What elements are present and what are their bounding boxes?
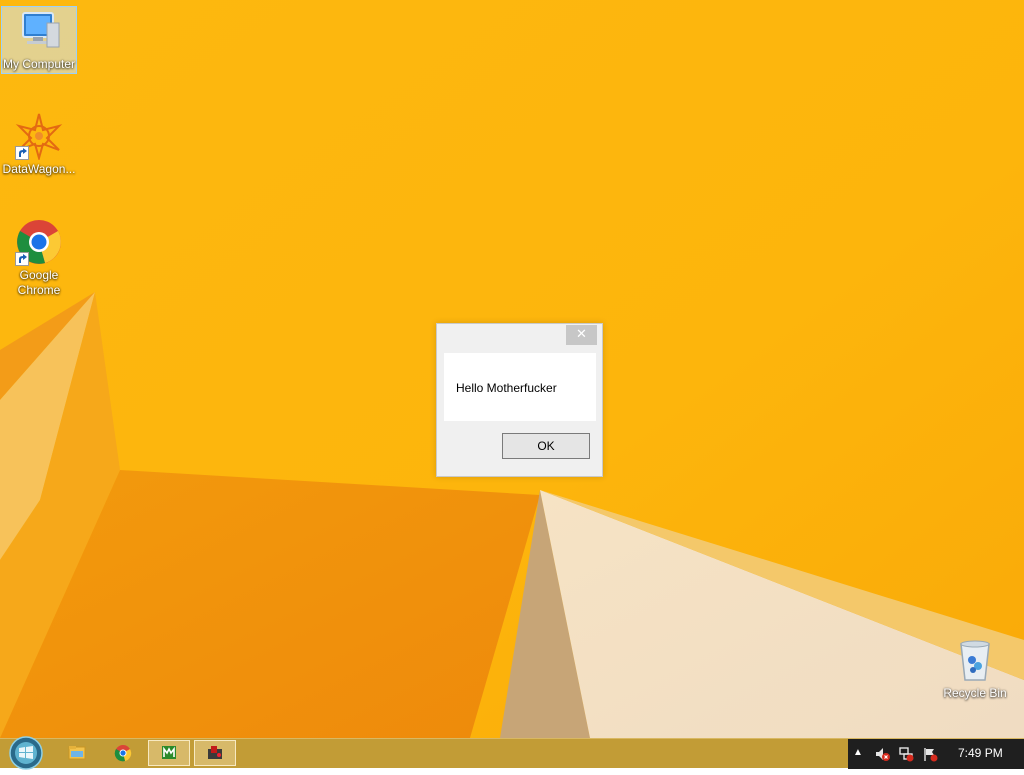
close-button[interactable]: ✕ bbox=[566, 325, 597, 345]
taskbar-chrome[interactable] bbox=[102, 740, 144, 766]
desktop-icon-label: My Computer bbox=[2, 57, 76, 71]
shortcut-arrow-icon bbox=[15, 252, 29, 266]
desktop-icon-label: Google Chrome bbox=[17, 268, 61, 297]
action-center-flag-icon[interactable] bbox=[922, 746, 938, 762]
message-content: Hello Motherfucker bbox=[444, 353, 596, 421]
taskbar-app-red[interactable] bbox=[194, 740, 236, 766]
desktop-icon-label: Recycle Bin bbox=[943, 686, 1007, 700]
ok-button[interactable]: OK bbox=[502, 433, 590, 459]
network-icon[interactable] bbox=[898, 746, 914, 762]
taskbar-app-green[interactable] bbox=[148, 740, 190, 766]
folder-icon bbox=[68, 746, 86, 760]
computer-icon bbox=[15, 7, 63, 55]
start-button[interactable] bbox=[6, 736, 46, 770]
green-app-icon bbox=[162, 746, 176, 759]
desktop[interactable]: My Computer DataWagon... Google Chrome R… bbox=[0, 0, 1024, 738]
windows-orb-icon bbox=[9, 736, 43, 770]
chrome-icon bbox=[114, 745, 132, 762]
desktop-icon-my-computer[interactable]: My Computer bbox=[1, 6, 77, 74]
red-app-icon bbox=[208, 746, 222, 759]
datawagon-icon bbox=[15, 112, 63, 162]
taskbar: ▲ 7:49 PM bbox=[0, 736, 1024, 770]
desktop-icon-google-chrome[interactable]: Google Chrome bbox=[1, 218, 77, 298]
chrome-icon bbox=[15, 218, 63, 266]
volume-muted-icon[interactable] bbox=[874, 746, 890, 762]
system-tray: ▲ 7:49 PM bbox=[848, 739, 1024, 769]
message-text: Hello Motherfucker bbox=[456, 381, 557, 395]
shortcut-arrow-icon bbox=[15, 146, 29, 160]
clock[interactable]: 7:49 PM bbox=[958, 746, 1003, 760]
desktop-icon-recycle-bin[interactable]: Recycle Bin bbox=[937, 636, 1013, 701]
taskbar-file-explorer[interactable] bbox=[56, 740, 98, 766]
message-dialog: ✕ Hello Motherfucker OK bbox=[436, 323, 603, 477]
show-hidden-icons-button[interactable]: ▲ bbox=[853, 747, 863, 758]
desktop-icon-label: DataWagon... bbox=[2, 162, 76, 176]
recycle-bin-icon bbox=[951, 636, 999, 684]
desktop-icon-datawagon[interactable]: DataWagon... bbox=[1, 112, 77, 177]
